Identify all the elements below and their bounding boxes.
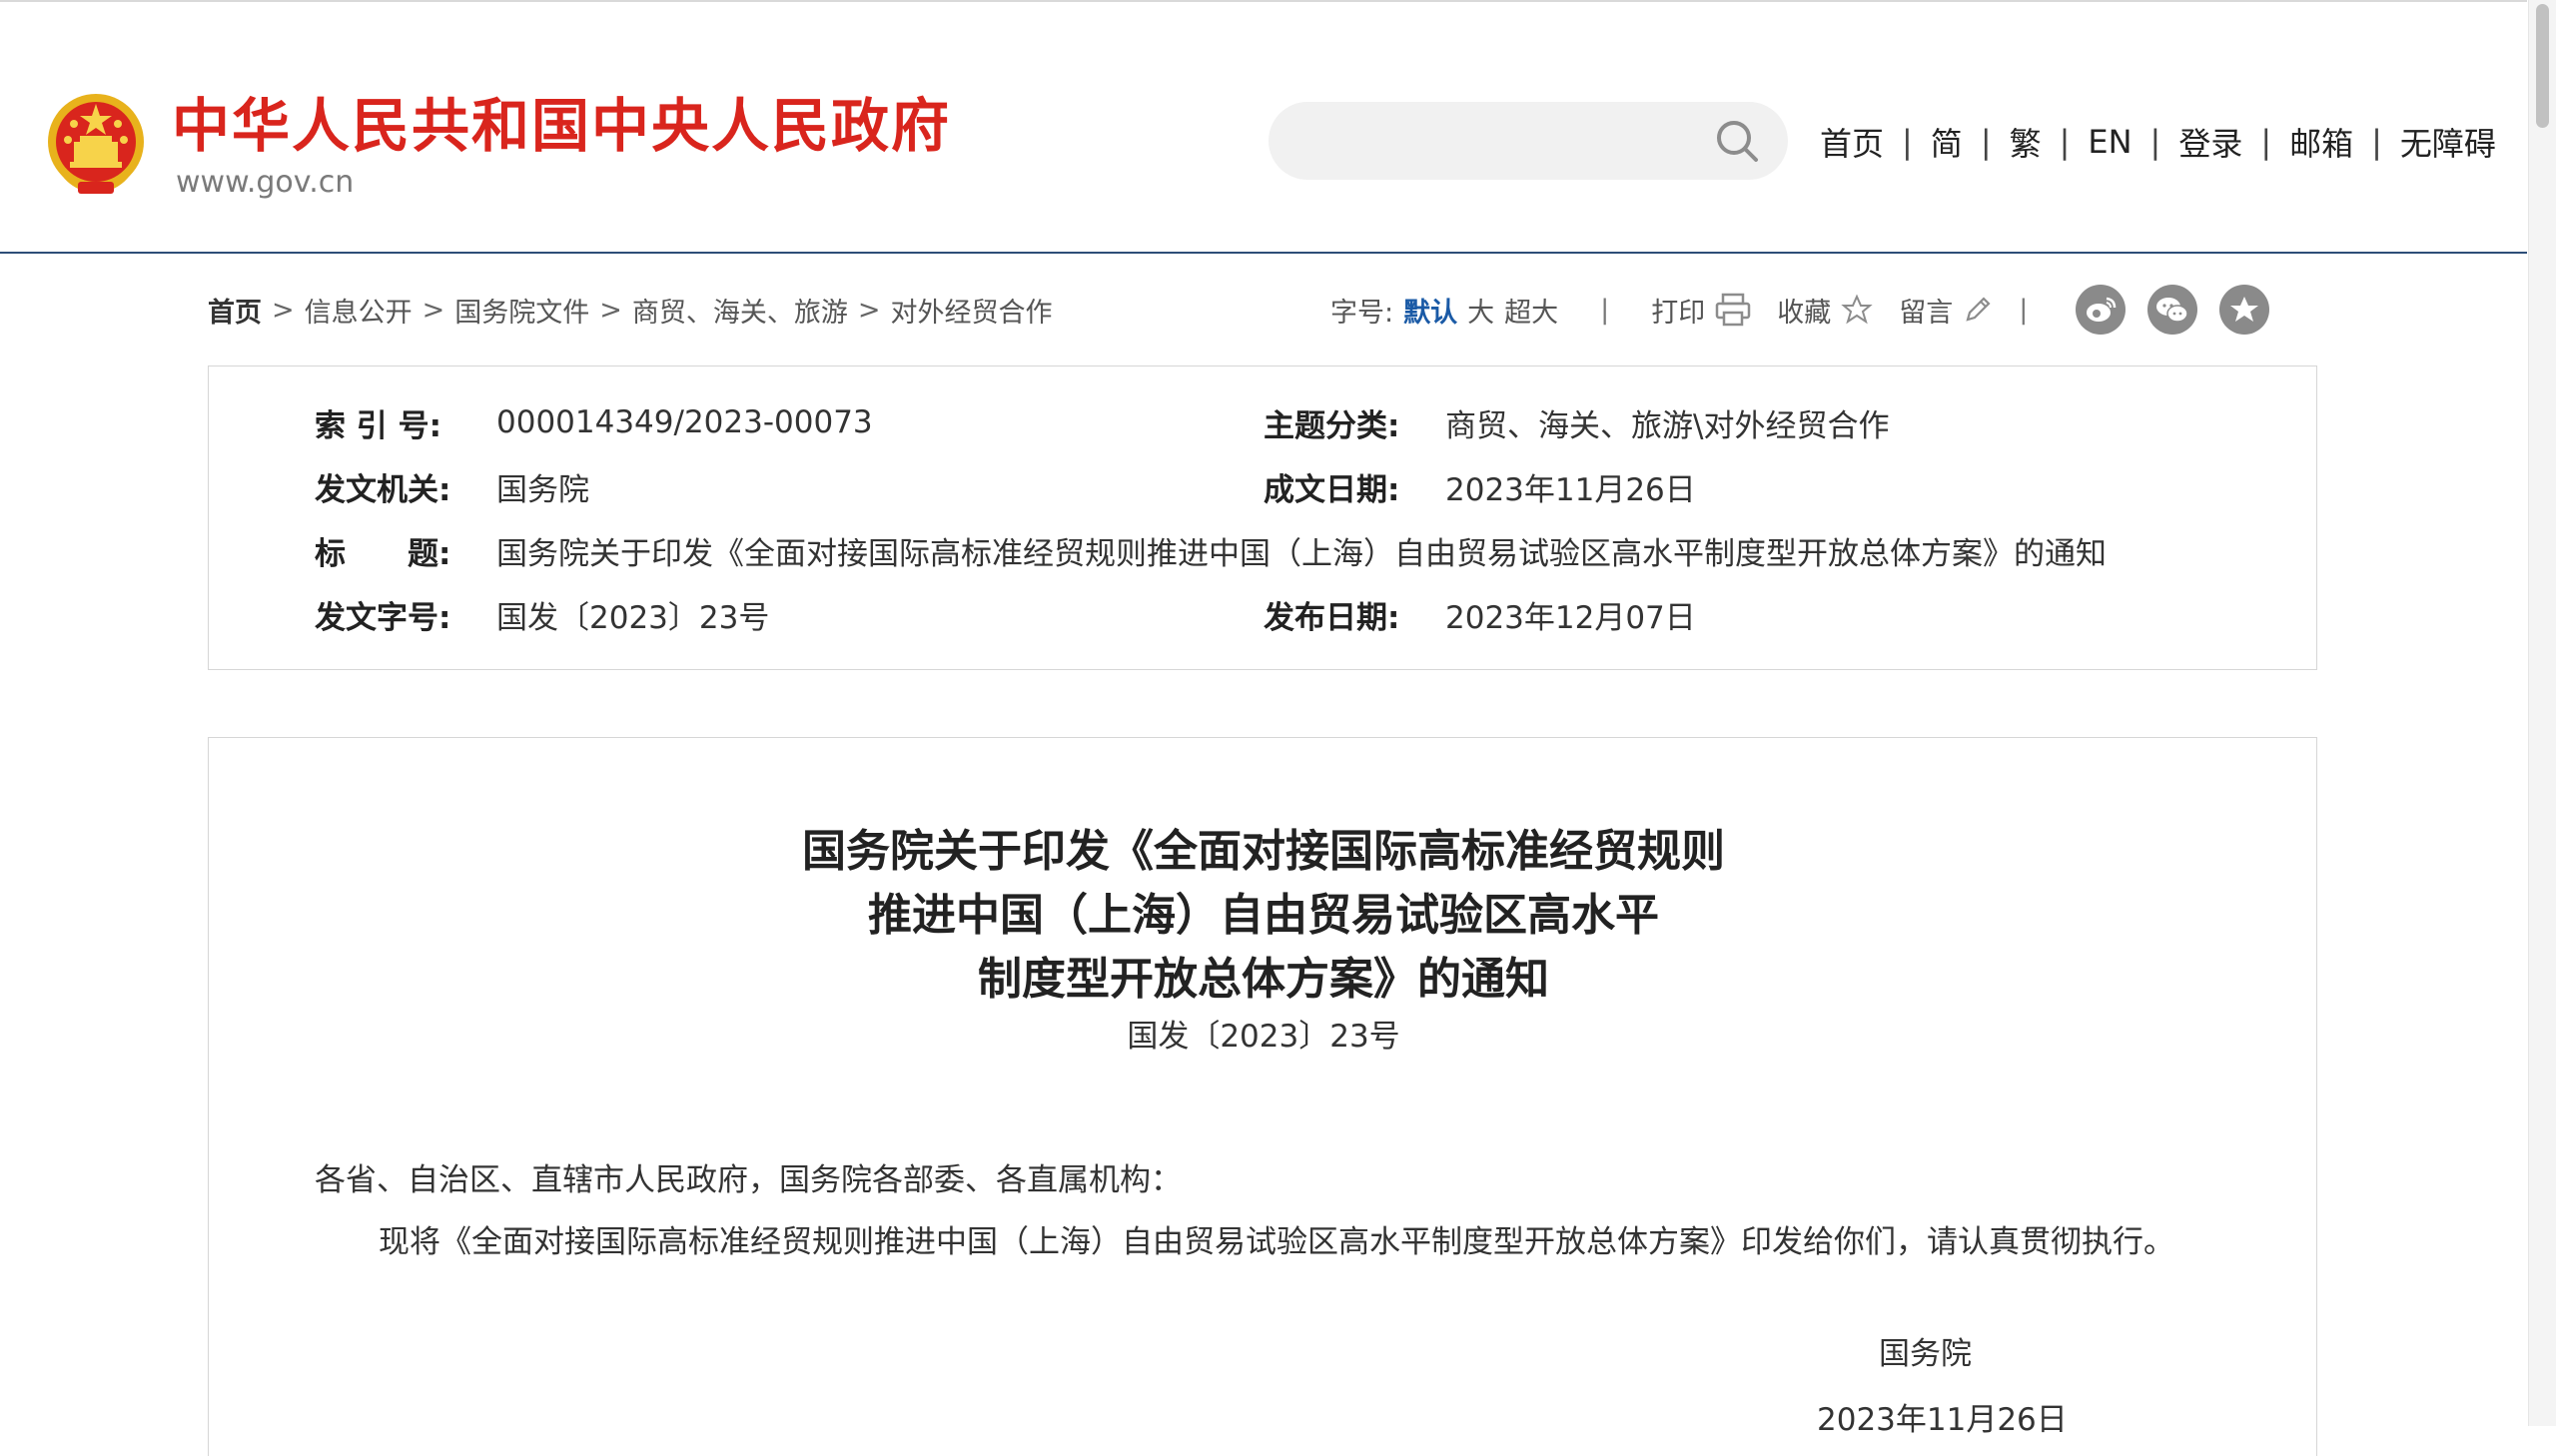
breadcrumb-separator: > — [857, 294, 881, 326]
meta-value: 商贸、海关、旅游\对外经贸合作 — [1445, 407, 1890, 444]
breadcrumb-separator: > — [272, 294, 295, 326]
favorite-label: 收藏 — [1777, 297, 1832, 329]
document-body: 各省、自治区、直辖市人民政府，国务院各部委、各直属机构： 现将《全面对接国际高标… — [315, 1149, 2212, 1273]
scrollbar-thumb[interactable] — [2536, 4, 2549, 128]
article-toolbar: 首页 > 信息公开 > 国务院文件 > 商贸、海关、旅游 > 对外经贸合作 字号… — [208, 284, 2315, 336]
breadcrumb: 首页 > 信息公开 > 国务院文件 > 商贸、海关、旅游 > 对外经贸合作 — [208, 284, 1053, 336]
national-emblem-icon[interactable] — [44, 90, 148, 198]
print-button[interactable]: 打印 — [1651, 291, 1751, 330]
top-nav: 首页 | 简 | 繁 | EN | 登录 | 邮箱 | 无障碍 — [1820, 114, 2496, 170]
document-content: 国务院关于印发《全面对接国际高标准经贸规则 推进中国（上海）自由贸易试验区高水平… — [208, 737, 2317, 1456]
document-paragraph: 现将《全面对接国际高标准经贸规则推进中国（上海）自由贸易试验区高水平制度型开放总… — [379, 1224, 2174, 1260]
font-size-default[interactable]: 默认 — [1403, 291, 1457, 330]
share-weibo-button[interactable] — [2076, 285, 2127, 335]
meta-label: 发文字号: — [315, 599, 451, 636]
font-size-label: 字号: — [1330, 297, 1394, 329]
document-title-line: 国务院关于印发《全面对接国际高标准经贸规则 — [802, 826, 1725, 877]
font-size-extra-large[interactable]: 超大 — [1504, 291, 1558, 330]
breadcrumb-foreign-trade[interactable]: 对外经贸合作 — [891, 291, 1053, 330]
meta-title: 标 题: 国务院关于印发《全面对接国际高标准经贸规则推进中国（上海）自由贸易试验… — [315, 527, 2107, 573]
font-size-large[interactable]: 大 — [1467, 291, 1494, 330]
search-icon[interactable] — [1714, 118, 1760, 164]
meta-published-date: 发布日期: 2023年12月07日 — [1264, 591, 1696, 637]
meta-label: 索 引 号: — [315, 407, 441, 444]
meta-value: 国务院关于印发《全面对接国际高标准经贸规则推进中国（上海）自由贸易试验区高水平制… — [496, 535, 2107, 572]
nav-separator: | — [1980, 123, 1992, 161]
nav-home[interactable]: 首页 — [1820, 119, 1884, 165]
nav-separator: | — [2149, 123, 2161, 161]
weibo-icon — [2087, 297, 2117, 322]
meta-index: 索 引 号: 000014349/2023-00073 — [315, 399, 873, 445]
share-buttons — [2054, 285, 2270, 335]
document-salutation: 各省、自治区、直辖市人民政府，国务院各部委、各直属机构： — [315, 1162, 1182, 1198]
site-url[interactable]: www.gov.cn — [176, 164, 354, 202]
search-input[interactable] — [1269, 102, 1788, 180]
meta-value: 国务院 — [496, 471, 589, 508]
document-title-line: 制度型开放总体方案》的通知 — [978, 954, 1549, 1005]
pencil-icon — [1966, 297, 1991, 322]
share-qzone-button[interactable] — [2219, 285, 2270, 335]
print-label: 打印 — [1651, 297, 1706, 329]
meta-label: 主题分类: — [1264, 407, 1400, 444]
site-title[interactable]: 中华人民共和国中央人民政府 — [172, 86, 951, 166]
nav-separator: | — [2260, 123, 2272, 161]
meta-value: 2023年11月26日 — [1445, 471, 1696, 508]
meta-issuer: 发文机关: 国务院 — [315, 463, 589, 509]
nav-separator: | — [1902, 123, 1913, 161]
meta-value: 000014349/2023-00073 — [496, 404, 873, 440]
favorite-button[interactable]: 收藏 — [1777, 291, 1873, 330]
meta-category: 主题分类: 商贸、海关、旅游\对外经贸合作 — [1264, 399, 1889, 445]
article-tools: 字号: 默认 大 超大 | 打印 收藏 留言 | — [1330, 284, 2270, 336]
nav-separator: | — [2059, 123, 2071, 161]
nav-login[interactable]: 登录 — [2178, 119, 2242, 165]
printer-icon — [1715, 293, 1751, 327]
document-metadata: 索 引 号: 000014349/2023-00073 主题分类: 商贸、海关、… — [208, 365, 2317, 670]
comment-button[interactable]: 留言 — [1899, 291, 1993, 330]
document-title: 国务院关于印发《全面对接国际高标准经贸规则 推进中国（上海）自由贸易试验区高水平… — [209, 820, 2318, 1012]
share-wechat-button[interactable] — [2147, 285, 2198, 335]
breadcrumb-separator: > — [599, 294, 622, 326]
nav-separator: | — [2371, 123, 2382, 161]
qzone-star-icon — [2230, 297, 2259, 322]
tools-separator: | — [2019, 294, 2029, 326]
breadcrumb-info-disclosure[interactable]: 信息公开 — [305, 291, 413, 330]
star-icon — [1841, 294, 1873, 325]
wechat-icon — [2156, 298, 2189, 323]
breadcrumb-state-council-docs[interactable]: 国务院文件 — [454, 291, 589, 330]
document-sign-date: 2023年11月26日 — [1817, 1402, 2068, 1438]
comment-label: 留言 — [1899, 297, 1954, 329]
meta-value: 2023年12月07日 — [1445, 599, 1696, 636]
nav-mailbox[interactable]: 邮箱 — [2289, 119, 2353, 165]
nav-traditional[interactable]: 繁 — [2010, 119, 2042, 165]
breadcrumb-home[interactable]: 首页 — [208, 291, 262, 330]
nav-accessibility[interactable]: 无障碍 — [2400, 119, 2496, 165]
meta-document-number: 发文字号: 国发〔2023〕23号 — [315, 591, 769, 637]
nav-simplified[interactable]: 简 — [1931, 119, 1963, 165]
tools-separator: | — [1600, 294, 1610, 326]
meta-label: 标 题: — [315, 535, 451, 572]
document-title-line: 推进中国（上海）自由贸易试验区高水平 — [868, 890, 1659, 941]
meta-created-date: 成文日期: 2023年11月26日 — [1264, 463, 1696, 509]
breadcrumb-trade-customs-tourism[interactable]: 商贸、海关、旅游 — [632, 291, 848, 330]
document-signature: 国务院 — [1879, 1336, 1972, 1372]
meta-label: 成文日期: — [1264, 471, 1400, 508]
site-header: 中华人民共和国中央人民政府 www.gov.cn 首页 | 简 | 繁 | EN… — [0, 0, 2527, 254]
document-number: 国发〔2023〕23号 — [1127, 1019, 1400, 1055]
page-scrollbar[interactable] — [2528, 0, 2556, 1426]
breadcrumb-separator: > — [422, 294, 445, 326]
meta-label: 发文机关: — [315, 471, 451, 508]
nav-english[interactable]: EN — [2088, 123, 2131, 161]
meta-value: 国发〔2023〕23号 — [496, 599, 770, 636]
meta-label: 发布日期: — [1264, 599, 1400, 636]
